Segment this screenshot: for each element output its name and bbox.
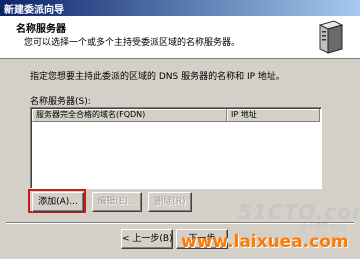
page-description: 您可以选择一个或多个主持受委派区域的名称服务器。: [24, 38, 241, 48]
list-header: 服务器完全合格的域名(FQDN) IP 地址: [32, 109, 320, 122]
watermark-51cto-sub: 技术博客 Blog: [300, 223, 346, 231]
name-servers-label: 名称服务器(S):: [30, 97, 91, 107]
page-title: 名称服务器: [16, 24, 66, 35]
add-button[interactable]: 添加(A)...: [32, 192, 84, 212]
instruction-text: 指定您想要主持此委派的区域的 DNS 服务器的名称和 IP 地址。: [30, 72, 285, 82]
watermark-51cto: 51CTO.com: [238, 200, 360, 224]
watermark-laixuea: www.laixuea.com: [181, 232, 349, 252]
column-header-ip[interactable]: IP 地址: [227, 109, 320, 122]
edit-button[interactable]: 编辑(E)...: [92, 192, 142, 212]
title-bar[interactable]: 新建委派向导: [0, 0, 360, 16]
remove-button[interactable]: 删除(R): [148, 192, 192, 212]
wizard-window: 新建委派向导 名称服务器 您可以选择一个或多个主持受委派区域的名称服务器。 指定…: [0, 0, 360, 259]
window-title: 新建委派向导: [4, 5, 64, 16]
wizard-header: 名称服务器 您可以选择一个或多个主持受委派区域的名称服务器。: [0, 16, 360, 59]
column-header-fqdn[interactable]: 服务器完全合格的域名(FQDN): [32, 109, 227, 122]
server-icon: [318, 20, 344, 54]
name-servers-list[interactable]: 服务器完全合格的域名(FQDN) IP 地址: [30, 107, 322, 189]
back-button[interactable]: < 上一步(B): [121, 229, 173, 249]
